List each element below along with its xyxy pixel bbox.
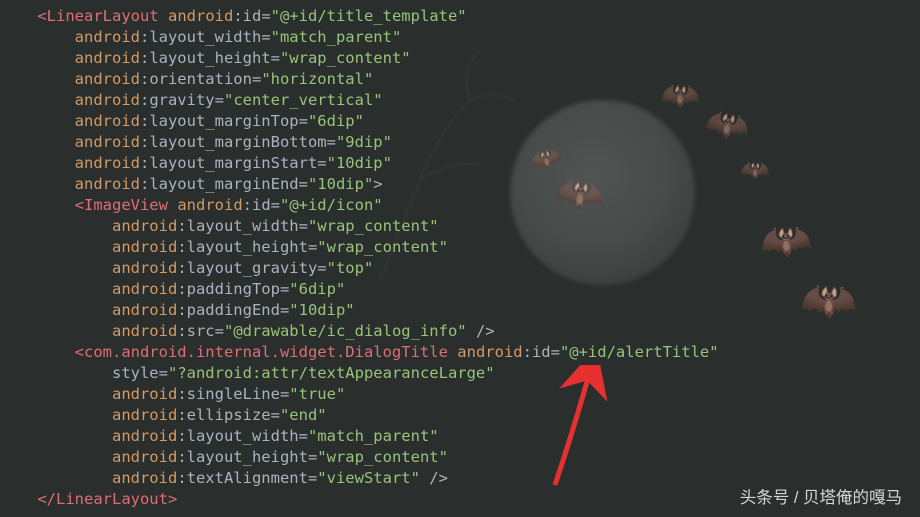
code-line: android:layout_width="wrap_content" [0,216,920,237]
code-line: android:layout_marginBottom="9dip" [0,132,920,153]
code-line: <ImageView android:id="@+id/icon" [0,195,920,216]
code-line: android:layout_height="wrap_content" [0,447,920,468]
code-line: android:layout_width="match_parent" [0,27,920,48]
code-line: android:paddingTop="6dip" [0,279,920,300]
code-line: <LinearLayout android:id="@+id/title_tem… [0,6,920,27]
annotation-arrow [545,365,635,495]
watermark-text: 头条号 / 贝塔俺的嘎马 [740,488,902,509]
xml-code-block: <LinearLayout android:id="@+id/title_tem… [0,0,920,510]
code-line: android:orientation="horizontal" [0,69,920,90]
code-line: <com.android.internal.widget.DialogTitle… [0,342,920,363]
code-line: android:paddingEnd="10dip" [0,300,920,321]
code-line: android:layout_height="wrap_content" [0,48,920,69]
code-line: android:ellipsize="end" [0,405,920,426]
code-line: android:layout_marginStart="10dip" [0,153,920,174]
code-line: android:layout_marginEnd="10dip"> [0,174,920,195]
code-line: android:src="@drawable/ic_dialog_info" /… [0,321,920,342]
code-line: android:gravity="center_vertical" [0,90,920,111]
code-line: android:layout_marginTop="6dip" [0,111,920,132]
code-line: android:singleLine="true" [0,384,920,405]
code-line: android:layout_gravity="top" [0,258,920,279]
code-line: android:layout_width="match_parent" [0,426,920,447]
code-line: android:textAlignment="viewStart" /> [0,468,920,489]
code-line: android:layout_height="wrap_content" [0,237,920,258]
code-line: style="?android:attr/textAppearanceLarge… [0,363,920,384]
